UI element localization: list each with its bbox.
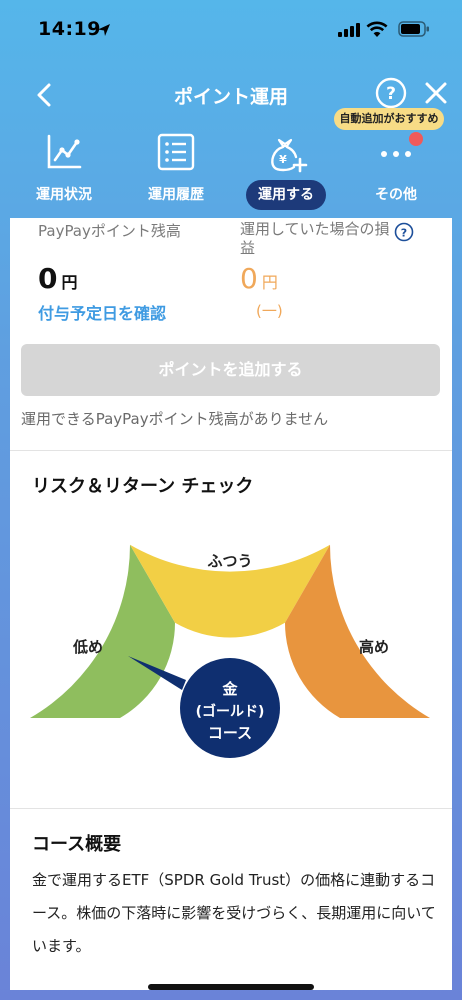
balance-value: 0円 (38, 262, 78, 295)
close-button[interactable] (423, 80, 449, 106)
grant-date-link[interactable]: 付与予定日を確認 (38, 300, 166, 324)
risk-return-title: リスク＆リターン チェック (32, 476, 254, 497)
status-time: 14:19 (38, 18, 101, 40)
add-points-button[interactable]: ポイントを追加する (21, 344, 440, 396)
tab-history-label: 運用履歴 (148, 187, 204, 203)
gauge-label-mid: ふつう (207, 552, 252, 570)
tab-other-label: その他 (375, 187, 417, 203)
tab-status-label: 運用状況 (36, 187, 92, 203)
home-indicator (148, 984, 314, 990)
help-button[interactable]: ? (375, 77, 407, 109)
signal-icon (338, 23, 360, 37)
divider (10, 808, 452, 809)
main-card: PayPayポイント残高 0円 付与予定日を確認 運用していた場合の損益 ? 0… (10, 218, 452, 990)
no-balance-message: 運用できるPayPayポイント残高がありません (21, 410, 329, 428)
balance-unit: 円 (61, 273, 78, 292)
course-name-line1: 金 (221, 680, 238, 698)
gauge-label-low: 低め (72, 638, 103, 656)
tab-status[interactable]: 運用状況 (14, 128, 114, 212)
course-name-line2: (ゴールド) (196, 703, 265, 720)
profit-loss-rate: (一) (256, 302, 283, 320)
profit-loss-unit: 円 (261, 273, 278, 292)
tab-history[interactable]: 運用履歴 (126, 128, 226, 212)
help-icon[interactable]: ? (394, 222, 414, 242)
risk-gauge: 低め ふつう 高め 金 (ゴールド) コース (30, 544, 430, 758)
location-arrow-icon (98, 24, 110, 36)
chart-line-icon (47, 134, 82, 169)
wifi-icon (366, 21, 388, 37)
tab-bar: 運用状況 運用履歴 ¥ 運用する その他 (0, 128, 462, 218)
profit-loss-amount: 0 (240, 262, 258, 295)
profit-loss-label: 運用していた場合の損益 (240, 220, 390, 257)
tab-other[interactable]: その他 (346, 128, 446, 212)
balance-label: PayPayポイント残高 (38, 222, 181, 240)
course-overview-title: コース概要 (32, 834, 122, 855)
svg-text:?: ? (386, 84, 396, 104)
svg-text:¥: ¥ (279, 153, 287, 166)
tab-invest-label: 運用する (246, 180, 326, 210)
status-bar: 14:19 (0, 0, 462, 56)
svg-text:?: ? (401, 227, 407, 240)
notification-dot (409, 132, 423, 146)
divider (10, 450, 452, 451)
balance-amount: 0 (38, 262, 58, 295)
recommend-badge: 自動追加がおすすめ (334, 108, 444, 130)
tab-invest[interactable]: ¥ 運用する (236, 128, 336, 212)
list-icon (157, 133, 195, 171)
course-overview-text: 金で運用するETF（SPDR Gold Trust）の価格に連動するコース。株価… (32, 871, 436, 955)
money-bag-plus-icon: ¥ (271, 138, 308, 173)
course-name-line3: コース (208, 724, 252, 742)
battery-icon (398, 21, 429, 37)
gauge-label-high: 高め (359, 638, 389, 656)
profit-loss-value: 0円 (240, 262, 278, 295)
